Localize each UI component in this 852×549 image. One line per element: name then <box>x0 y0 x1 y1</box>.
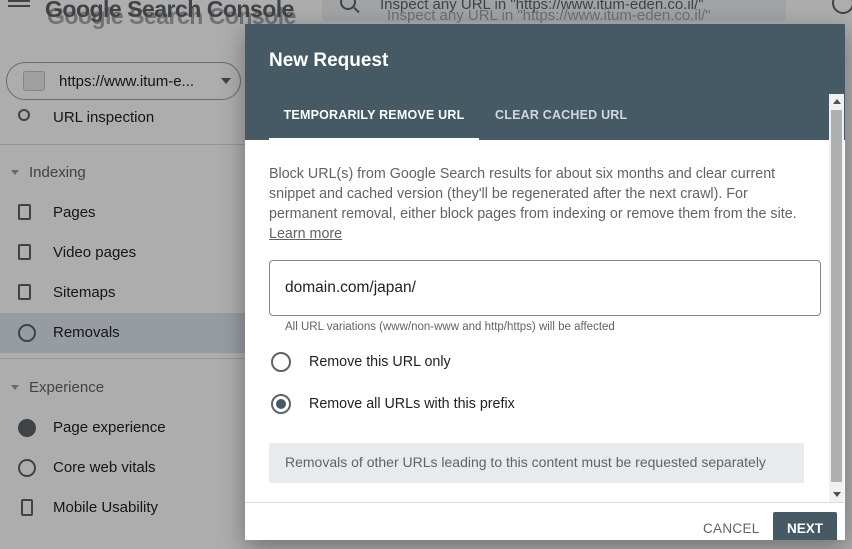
scroll-down-arrow-icon[interactable] <box>833 492 841 497</box>
description-text: Block URL(s) from Google Search results … <box>269 166 797 222</box>
dialog-scrollbar[interactable] <box>829 94 844 502</box>
radio-button[interactable] <box>271 352 291 372</box>
radio-label: Remove this URL only <box>309 354 451 370</box>
new-request-dialog: New Request TEMPORARILY REMOVE URL CLEAR… <box>245 24 845 540</box>
learn-more-link[interactable]: Learn more <box>269 226 342 242</box>
next-button[interactable]: NEXT <box>773 512 837 540</box>
info-notice: Removals of other URLs leading to this c… <box>269 443 804 483</box>
tab-clear-cached-url[interactable]: CLEAR CACHED URL <box>495 102 627 140</box>
dialog-title: New Request <box>269 50 389 71</box>
tab-temporarily-remove-url[interactable]: TEMPORARILY REMOVE URL <box>269 102 479 140</box>
url-input[interactable] <box>269 260 821 316</box>
scrollbar-thumb[interactable] <box>831 110 842 482</box>
dialog-header: New Request TEMPORARILY REMOVE URL CLEAR… <box>245 24 845 140</box>
dialog-footer: CANCEL NEXT <box>245 502 845 540</box>
option-remove-this-url-only[interactable]: Remove this URL only <box>269 349 669 377</box>
radio-button-selected[interactable] <box>271 394 291 414</box>
url-variations-hint: All URL variations (www/non-www and http… <box>285 321 615 333</box>
scroll-up-arrow-icon[interactable] <box>833 99 841 104</box>
radio-label: Remove all URLs with this prefix <box>309 396 515 412</box>
option-remove-all-with-prefix[interactable]: Remove all URLs with this prefix <box>269 391 669 419</box>
dialog-description: Block URL(s) from Google Search results … <box>269 164 809 244</box>
cancel-button[interactable]: CANCEL <box>703 521 760 536</box>
